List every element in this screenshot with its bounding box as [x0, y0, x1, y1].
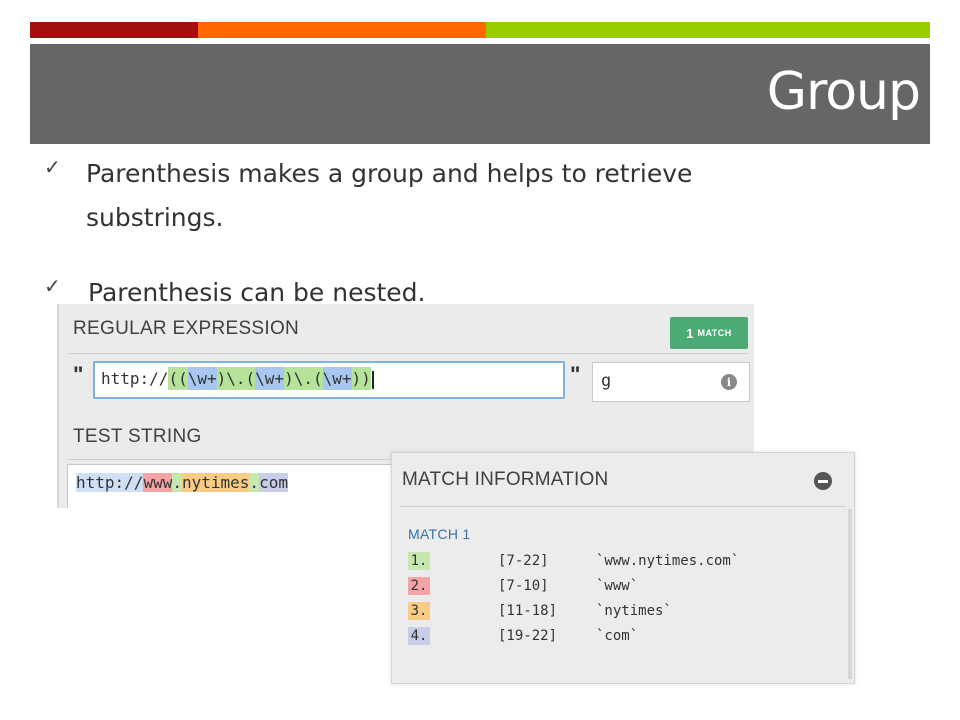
match-count-badge: 1 MATCH	[670, 317, 748, 349]
match-information-panel: MATCH INFORMATION MATCH 1 1. [7-22] `www…	[391, 452, 855, 684]
group-row: 4. [19-22] `com`	[408, 625, 638, 647]
info-icon[interactable]: i	[721, 374, 737, 390]
regex-group-3: \w+	[322, 367, 352, 390]
group-range: [7-10]	[498, 578, 549, 594]
divider	[69, 353, 748, 354]
regex-group-open: ((	[168, 367, 188, 390]
group-number: 2.	[408, 577, 430, 595]
group-range: [11-18]	[498, 603, 558, 619]
regex-group-close: )	[284, 367, 294, 390]
group-value: `com`	[596, 628, 639, 644]
regex-group-open: (	[245, 367, 256, 390]
flags-value: g	[601, 371, 612, 391]
regex-open-quote: "	[73, 362, 84, 387]
regex-section-title: REGULAR EXPRESSION	[73, 318, 300, 339]
test-dot: .	[172, 473, 182, 492]
top-color-bar	[30, 22, 930, 38]
scrollbar[interactable]	[848, 509, 852, 679]
regex-flags-input[interactable]: g i	[592, 362, 750, 402]
checkmark-icon: ✓	[44, 155, 61, 179]
test-prefix: http://	[76, 473, 144, 492]
text-cursor	[371, 370, 374, 389]
match-word: MATCH	[697, 328, 732, 338]
bullet-item: ✓ Parenthesis makes a group and helps to…	[44, 152, 804, 240]
test-match-nytimes: nytimes	[181, 473, 250, 492]
bullet-text: Parenthesis makes a group and helps to r…	[86, 159, 693, 232]
group-row: 1. [7-22] `www.nytimes.com`	[408, 550, 739, 572]
group-value: `nytimes`	[596, 603, 672, 619]
group-range: [7-22]	[498, 553, 549, 569]
test-match-com: com	[259, 473, 288, 492]
regex-group-open: (	[312, 367, 323, 390]
test-string-title: TEST STRING	[73, 426, 202, 447]
group-row: 2. [7-10] `www`	[408, 575, 638, 597]
test-match-www: www	[143, 473, 173, 492]
collapse-icon[interactable]	[814, 472, 832, 490]
regex-separator: \.	[226, 367, 246, 390]
regex-input[interactable]: http://((\w+)\.(\w+)\.(\w+))	[93, 361, 565, 399]
group-value: `www.nytimes.com`	[596, 553, 740, 569]
regex-group-close: ))	[351, 367, 371, 390]
regex-close-quote: "	[570, 362, 581, 387]
group-number: 4.	[408, 627, 430, 645]
group-range: [19-22]	[498, 628, 558, 644]
regex-group-1: \w+	[187, 367, 217, 390]
color-bar-green	[486, 22, 930, 38]
group-value: `www`	[596, 578, 639, 594]
color-bar-red	[30, 22, 198, 38]
match-info-title: MATCH INFORMATION	[402, 469, 609, 490]
color-bar-orange	[198, 22, 486, 38]
test-dot: .	[249, 473, 260, 492]
group-row: 3. [11-18] `nytimes`	[408, 600, 672, 622]
regex-group-close: )	[216, 367, 227, 390]
slide-title: Group	[766, 62, 921, 122]
group-number: 3.	[408, 602, 430, 620]
match-label: MATCH 1	[408, 526, 471, 542]
regex-prefix: http://	[101, 369, 169, 388]
group-number: 1.	[408, 552, 430, 570]
regex-separator: \.	[293, 367, 313, 390]
regex-group-2: \w+	[255, 367, 285, 390]
divider	[400, 506, 846, 507]
match-count: 1	[686, 325, 694, 341]
title-banner: Group	[30, 44, 930, 144]
